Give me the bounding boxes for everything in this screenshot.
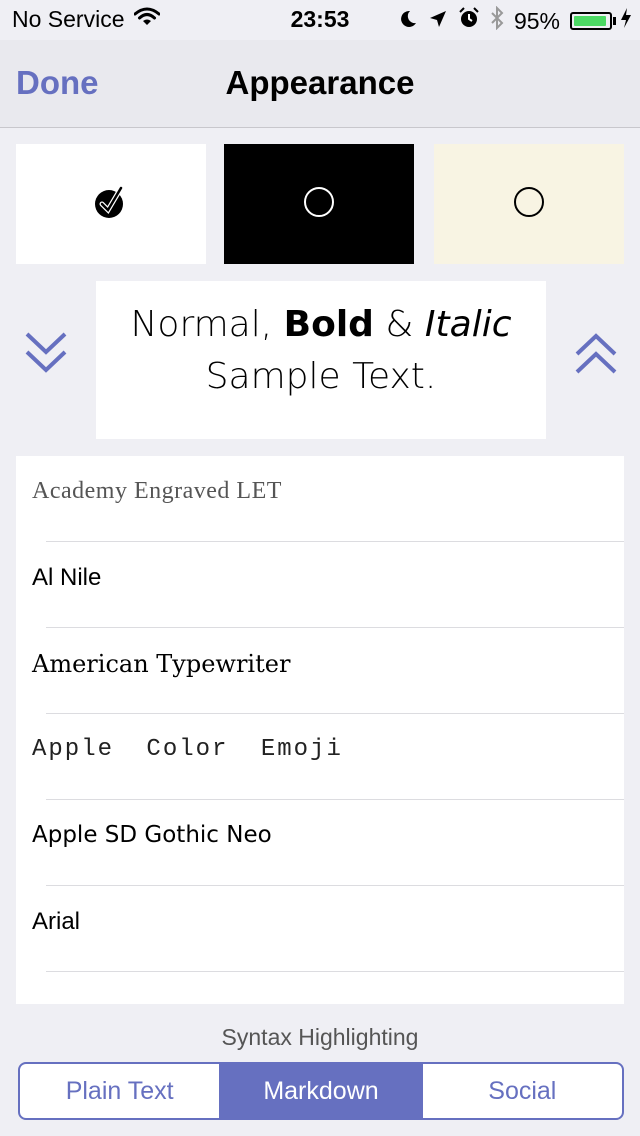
done-button[interactable]: Done bbox=[16, 64, 99, 102]
charging-bolt-icon bbox=[620, 7, 632, 35]
sample-amp: & bbox=[385, 304, 414, 345]
sample-normal: Normal, bbox=[130, 304, 273, 345]
font-name-label: Apple Color Emoji bbox=[32, 736, 343, 763]
list-item[interactable]: Apple Color Emoji bbox=[16, 714, 624, 800]
sample-text-preview: Normal, Bold & Italic Sample Text. bbox=[96, 281, 546, 439]
radio-circle-icon bbox=[513, 186, 545, 223]
sample-line-1: Normal, Bold & Italic bbox=[96, 299, 546, 351]
font-name-label: Arial bbox=[32, 908, 81, 935]
font-name-label: American Typewriter bbox=[32, 650, 291, 678]
double-chevron-down-icon bbox=[25, 332, 67, 373]
status-right: 95% bbox=[388, 5, 632, 36]
theme-white-swatch[interactable] bbox=[16, 144, 206, 264]
double-chevron-up-icon bbox=[575, 333, 617, 374]
segment-plain-text[interactable]: Plain Text bbox=[20, 1064, 219, 1118]
list-item[interactable]: American Typewriter bbox=[16, 628, 624, 714]
nav-bar: Appearance Done bbox=[0, 40, 640, 128]
row-divider bbox=[46, 971, 624, 972]
sample-bold: Bold bbox=[283, 304, 374, 345]
alarm-icon bbox=[458, 7, 480, 35]
segment-markdown[interactable]: Markdown bbox=[219, 1064, 421, 1118]
location-arrow-icon bbox=[428, 8, 448, 35]
checkmark-icon bbox=[93, 184, 129, 225]
theme-black-swatch[interactable] bbox=[224, 144, 414, 264]
syntax-highlighting-label: Syntax Highlighting bbox=[221, 1024, 419, 1050]
font-name-label: Apple SD Gothic Neo bbox=[32, 822, 272, 848]
list-item[interactable]: Academy Engraved LET bbox=[16, 456, 624, 542]
sample-italic: Italic bbox=[424, 304, 512, 345]
battery-icon bbox=[570, 12, 616, 30]
syntax-segmented-control: Plain Text Markdown Social bbox=[18, 1062, 624, 1120]
increase-font-size-button[interactable] bbox=[574, 330, 618, 376]
list-item[interactable]: Apple SD Gothic Neo bbox=[16, 800, 624, 886]
sample-line-2: Sample Text. bbox=[205, 356, 437, 397]
radio-circle-icon bbox=[303, 186, 335, 223]
font-list[interactable]: Academy Engraved LET Al Nile American Ty… bbox=[16, 456, 624, 1004]
bluetooth-icon bbox=[490, 5, 504, 36]
status-bar: No Service 23:53 95% bbox=[0, 0, 640, 40]
theme-sepia-swatch[interactable] bbox=[434, 144, 624, 264]
font-name-label: Academy Engraved LET bbox=[32, 478, 282, 504]
decrease-font-size-button[interactable] bbox=[24, 330, 68, 376]
moon-icon bbox=[398, 8, 418, 35]
battery-percent: 95% bbox=[513, 7, 560, 34]
segment-social[interactable]: Social bbox=[420, 1064, 622, 1118]
list-item[interactable]: Al Nile bbox=[16, 542, 624, 628]
list-item[interactable]: Arial bbox=[16, 886, 624, 972]
font-name-label: Al Nile bbox=[32, 564, 102, 591]
